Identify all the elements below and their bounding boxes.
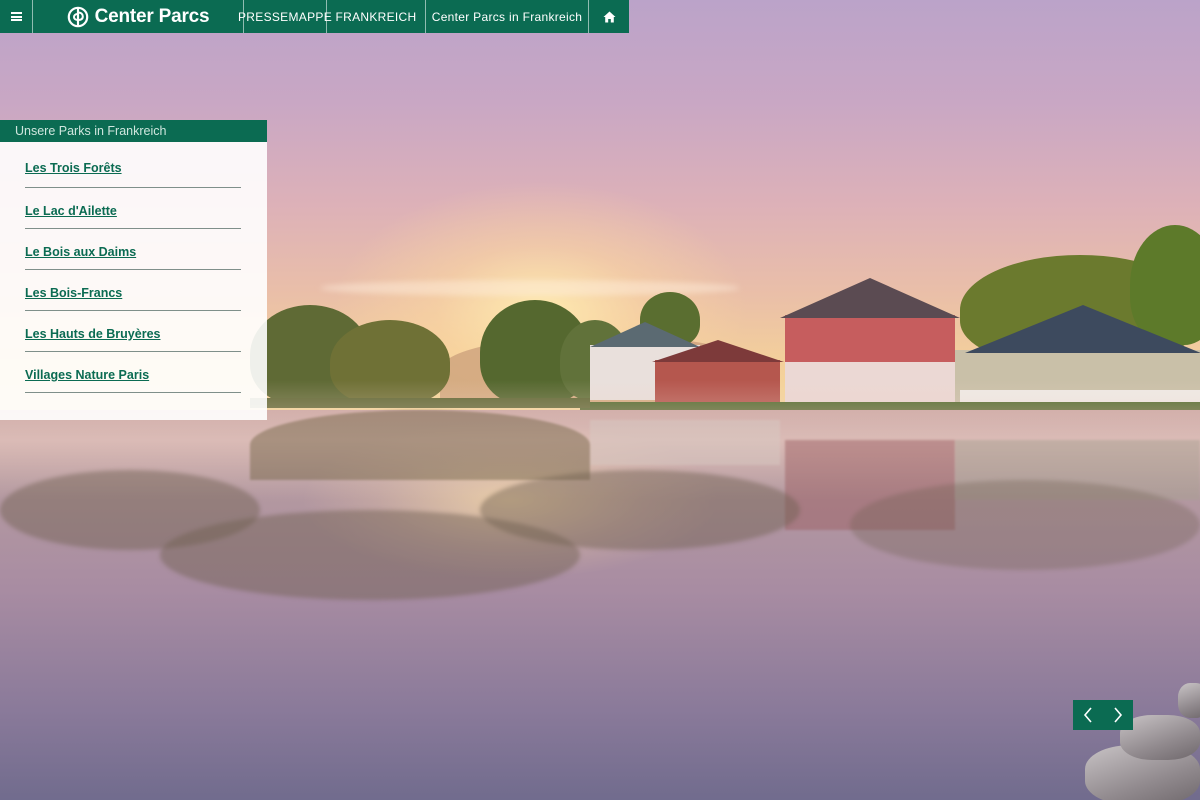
- nav-item-center-parcs-in-frankreich[interactable]: Center Parcs in Frankreich: [426, 0, 589, 33]
- chevron-left-icon: [1083, 707, 1092, 723]
- parks-list: Les Trois Forêts Le Lac d'Ailette Le Boi…: [0, 142, 267, 393]
- parks-panel: Unsere Parks in Frankreich Les Trois For…: [0, 120, 267, 420]
- park-link-le-lac-dailette[interactable]: Le Lac d'Ailette: [25, 198, 117, 218]
- slider-next-button[interactable]: [1103, 700, 1133, 730]
- home-icon: [603, 11, 615, 22]
- tree-reflection: [250, 410, 590, 480]
- center-parcs-logo-icon: [67, 6, 88, 27]
- home-button[interactable]: [589, 0, 629, 33]
- cottage-roof: [652, 340, 784, 362]
- cottage-roof: [780, 278, 960, 318]
- parks-panel-title: Unsere Parks in Frankreich: [0, 120, 267, 142]
- water-weeds: [850, 480, 1200, 570]
- list-item: Les Bois-Francs: [25, 270, 241, 311]
- nav-item-pressemappe[interactable]: PRESSEMAPPE: [238, 0, 332, 33]
- hamburger-menu-icon: [10, 12, 22, 21]
- rock: [1178, 683, 1200, 718]
- park-link-villages-nature-paris[interactable]: Villages Nature Paris: [25, 362, 149, 382]
- cottage-roof: [965, 305, 1200, 353]
- list-item: Le Lac d'Ailette: [25, 188, 241, 229]
- park-link-le-bois-aux-daims[interactable]: Le Bois aux Daims: [25, 239, 136, 259]
- top-navigation-bar: Center Parcs PRESSEMAPPE FRANKREICH Cent…: [0, 0, 629, 33]
- logo-text: Center Parcs: [94, 5, 210, 27]
- menu-button[interactable]: [0, 0, 33, 33]
- park-link-les-hauts-de-bruyeres[interactable]: Les Hauts de Bruyères: [25, 321, 160, 341]
- list-item: Le Bois aux Daims: [25, 229, 241, 270]
- water-weeds: [480, 470, 800, 550]
- slider-controls: [1073, 700, 1133, 730]
- park-link-les-trois-forets[interactable]: Les Trois Forêts: [25, 155, 122, 175]
- chevron-right-icon: [1114, 707, 1123, 723]
- nav-item-frankreich[interactable]: FRANKREICH: [327, 0, 426, 33]
- park-link-les-bois-francs[interactable]: Les Bois-Francs: [25, 280, 122, 300]
- list-item: Villages Nature Paris: [25, 352, 241, 393]
- center-parcs-logo[interactable]: Center Parcs: [33, 0, 244, 33]
- list-item: Les Trois Forêts: [25, 142, 241, 188]
- list-item: Les Hauts de Bruyères: [25, 311, 241, 352]
- house-reflection: [590, 420, 780, 465]
- slider-prev-button[interactable]: [1073, 700, 1103, 730]
